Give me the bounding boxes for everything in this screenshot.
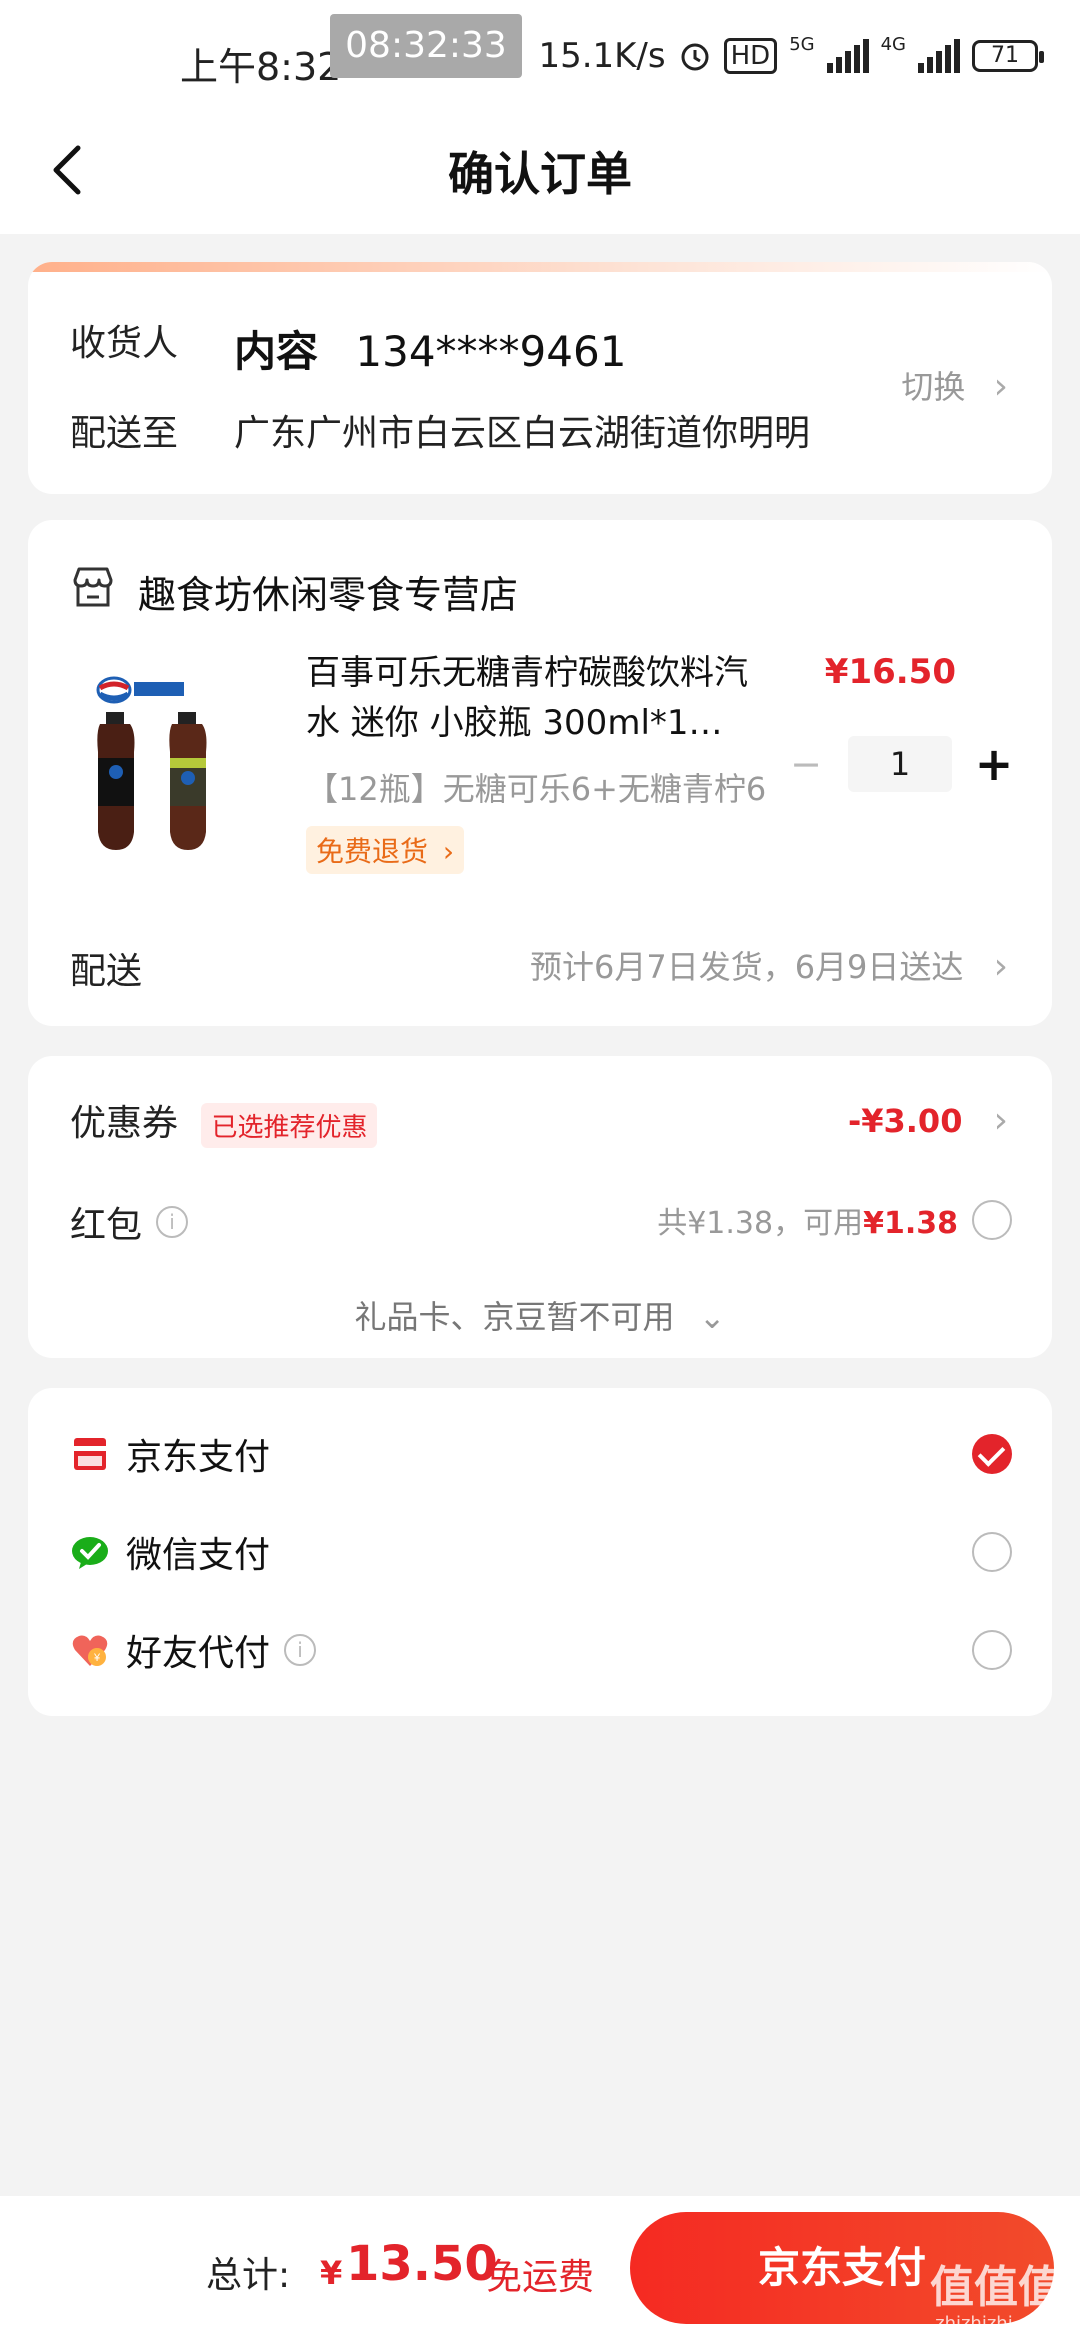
- hongbao-radio[interactable]: [972, 1200, 1012, 1240]
- payment-option-jdpay[interactable]: 京东支付: [70, 1424, 1012, 1484]
- return-badge-label: 免费退货: [316, 835, 429, 868]
- wechat-pay-icon: [72, 1537, 108, 1569]
- jdpay-icon: [74, 1438, 106, 1470]
- watermark-url: zhizhizhi.com: [935, 2313, 1057, 2334]
- total-label: 总计:: [206, 2255, 291, 2296]
- page-header: 确认订单: [0, 110, 1080, 234]
- signal-icon-2: [918, 39, 960, 73]
- product-price: ¥16.50: [824, 652, 956, 692]
- battery-icon: 71: [972, 40, 1044, 72]
- increase-button[interactable]: +: [974, 737, 1014, 791]
- payment-option-friend[interactable]: ¥ 好友代付 i: [70, 1620, 1012, 1680]
- quantity-value[interactable]: 1: [848, 736, 952, 792]
- info-icon[interactable]: i: [284, 1634, 317, 1666]
- hongbao-total: 共¥1.38，可用: [657, 1206, 864, 1241]
- payment-label: 微信支付: [126, 1535, 271, 1576]
- net-speed: 15.1K/s: [538, 36, 666, 76]
- decrease-button[interactable]: −: [786, 742, 826, 786]
- watermark-logo: 值值值: [930, 2262, 1062, 2313]
- deliver-label: 配送至: [70, 413, 179, 454]
- status-time: 上午8:32: [180, 45, 342, 89]
- coupon-label: 优惠券: [70, 1103, 179, 1144]
- payment-radio-selected[interactable]: [972, 1434, 1012, 1474]
- address-card[interactable]: 收货人 内容 134****9461 配送至 广东广州市白云区白云湖街道你明明 …: [28, 262, 1052, 494]
- address-accent-line: [28, 262, 1052, 272]
- chevron-right-icon: ›: [993, 366, 1008, 407]
- recipient-name: 内容: [234, 327, 319, 376]
- hongbao-toggle[interactable]: 共¥1.38，可用¥1.38: [657, 1198, 1012, 1242]
- total-amount: 13.50: [346, 2236, 498, 2292]
- net-5g-label: 5G: [789, 34, 815, 55]
- hongbao-available: ¥1.38: [863, 1206, 958, 1241]
- store-icon: [73, 567, 113, 607]
- product-image[interactable]: [76, 662, 276, 862]
- info-icon[interactable]: i: [156, 1206, 189, 1238]
- checkout-bar: 总计: ¥ 13.50 免运费 京东支付 值值值 zhizhizhi.com: [0, 2196, 1080, 2340]
- status-bar: 上午8:32 08:32:33 15.1K/s HD 5G 4G 71: [0, 0, 1080, 110]
- store-name[interactable]: 趣食坊休闲零食专营店: [138, 564, 518, 619]
- store-card: 趣食坊休闲零食专营店 百事可乐无糖青柠碳酸饮料汽水 迷你 小胶瓶 300ml*1…: [28, 520, 1052, 1026]
- recipient-info: 内容 134****9461: [234, 318, 626, 379]
- pay-button-label: 京东支付: [757, 2243, 926, 2292]
- hd-icon: HD: [723, 38, 778, 74]
- switch-address-button[interactable]: 切换 ›: [901, 362, 1008, 408]
- quantity-stepper: − 1 +: [786, 736, 1014, 792]
- coupon-row[interactable]: 优惠券 已选推荐优惠: [70, 1094, 378, 1148]
- chevron-right-icon: ›: [442, 835, 455, 868]
- coupon-tag: 已选推荐优惠: [201, 1102, 378, 1148]
- status-icons: 15.1K/s HD 5G 4G 71: [538, 34, 1044, 76]
- giftcard-note: 礼品卡、京豆暂不可用: [354, 1298, 675, 1336]
- payment-label: 京东支付: [126, 1437, 271, 1478]
- payment-radio[interactable]: [972, 1532, 1012, 1572]
- shipping-info: 预计6月7日发货，6月9日送达: [529, 948, 964, 986]
- recipient-label: 收货人: [70, 323, 179, 364]
- signal-icon: [826, 39, 869, 73]
- hongbao-row: 红包 i: [70, 1196, 189, 1248]
- heart-coin-icon: ¥: [72, 1635, 108, 1666]
- svg-text:¥: ¥: [93, 1652, 101, 1664]
- payment-option-wechat[interactable]: 微信支付: [70, 1522, 1012, 1582]
- alarm-icon: [681, 43, 709, 71]
- watermark: 值值值 zhizhizhi.com: [930, 2262, 1062, 2335]
- chevron-right-icon: ›: [993, 946, 1008, 987]
- payment-label-group: 好友代付 i: [126, 1624, 972, 1676]
- product-spec[interactable]: 【12瓶】无糖可乐6+无糖青柠6: [306, 764, 766, 810]
- delivery-address: 广东广州市白云区白云湖街道你明明: [234, 413, 811, 454]
- chevron-down-icon: ⌄: [698, 1298, 726, 1336]
- giftcard-toggle[interactable]: 礼品卡、京豆暂不可用 ⌄: [28, 1292, 1052, 1338]
- time-overlay: 08:32:33: [330, 14, 522, 78]
- net-4g-label: 4G: [880, 34, 906, 55]
- hongbao-label: 红包: [70, 1205, 143, 1246]
- chevron-right-icon: ›: [993, 1100, 1008, 1141]
- payment-card: 京东支付 微信支付 ¥ 好友代付 i: [28, 1388, 1052, 1716]
- shipping-info-row[interactable]: 预计6月7日发货，6月9日送达 ›: [530, 942, 1008, 988]
- switch-label: 切换: [901, 368, 966, 406]
- coupon-value-row[interactable]: -¥3.00 ›: [848, 1100, 1008, 1141]
- page-title: 确认订单: [448, 147, 632, 201]
- recipient-phone: 134****9461: [355, 327, 627, 376]
- product-title[interactable]: 百事可乐无糖青柠碳酸饮料汽水 迷你 小胶瓶 300ml*1…: [306, 648, 766, 748]
- payment-radio[interactable]: [972, 1630, 1012, 1670]
- shipping-label: 配送: [70, 951, 143, 992]
- free-return-badge[interactable]: 免费退货 ›: [306, 826, 465, 874]
- free-shipping-label: 免运费: [486, 2257, 595, 2298]
- coupon-value: -¥3.00: [847, 1102, 963, 1140]
- payment-label: 好友代付: [126, 1633, 271, 1674]
- discount-card: 优惠券 已选推荐优惠 -¥3.00 › 红包 i 共¥1.38，可用¥1.38 …: [28, 1056, 1052, 1358]
- total-currency: ¥: [320, 2254, 343, 2292]
